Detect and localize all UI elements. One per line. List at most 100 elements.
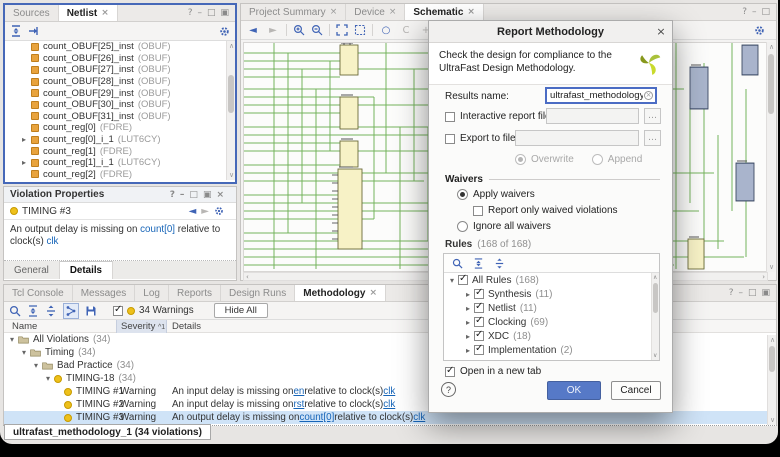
expand-caret-icon[interactable]: ▸ xyxy=(466,346,470,355)
browse-button[interactable]: … xyxy=(644,130,661,146)
net-link[interactable]: count[0] xyxy=(140,224,175,235)
netlist-item[interactable]: count_OBUF[31]_inst(OBUF) xyxy=(5,111,235,123)
zoom-fit-icon[interactable] xyxy=(336,24,348,36)
expand-caret-icon[interactable]: ▸ xyxy=(22,135,31,144)
tab-general[interactable]: General xyxy=(4,261,60,279)
zoom-out-icon[interactable] xyxy=(311,24,323,36)
tab-netlist[interactable]: Netlist × xyxy=(59,5,118,21)
net-link[interactable]: en xyxy=(293,386,304,397)
scroll-down-icon[interactable]: ∨ xyxy=(229,171,234,179)
column-name[interactable]: Name xyxy=(12,321,37,332)
netlist-item[interactable]: ▸count_reg[0]_i_1(LUT6CY) xyxy=(5,134,235,146)
netlist-item[interactable]: ▸count_reg[1]_i_1(LUT6CY) xyxy=(5,157,235,169)
export-file-field[interactable] xyxy=(515,130,639,146)
netlist-item[interactable]: count_OBUF[29]_inst(OBUF) xyxy=(5,87,235,99)
warnings-checkbox[interactable] xyxy=(113,306,123,316)
apply-waivers-radio[interactable] xyxy=(457,189,468,200)
scroll-thumb[interactable] xyxy=(228,75,234,113)
scroll-thumb[interactable] xyxy=(653,283,658,313)
search-icon[interactable] xyxy=(9,305,21,317)
clear-icon[interactable]: × xyxy=(644,91,653,100)
expand-caret-icon[interactable]: ▸ xyxy=(466,318,470,327)
expand-all-icon[interactable] xyxy=(27,305,39,317)
maximize-icon[interactable]: □ xyxy=(189,190,198,200)
scroll-left-icon[interactable]: ‹ xyxy=(246,273,249,281)
float-icon[interactable]: ▣ xyxy=(761,288,770,298)
help-icon[interactable]: ? xyxy=(170,190,175,200)
maximize-icon[interactable]: □ xyxy=(761,7,770,17)
close-icon[interactable]: × xyxy=(101,8,109,18)
schematic-vscrollbar[interactable]: ∧ ∨ xyxy=(766,42,775,272)
tab-details[interactable]: Details xyxy=(60,261,113,279)
column-details[interactable]: Details xyxy=(172,321,201,332)
expand-caret-icon[interactable]: ▾ xyxy=(22,348,26,357)
expand-caret-icon[interactable]: ▾ xyxy=(10,335,14,344)
tab-design-runs[interactable]: Design Runs xyxy=(221,285,295,301)
rule-row[interactable]: ▸Netlist(11) xyxy=(444,301,659,315)
export-checkbox[interactable] xyxy=(445,134,455,144)
close-icon[interactable]: × xyxy=(650,25,672,38)
hide-all-button[interactable]: Hide All xyxy=(214,303,268,318)
scroll-right-icon[interactable]: › xyxy=(762,273,765,281)
rule-checkbox[interactable] xyxy=(474,289,484,299)
append-radio[interactable] xyxy=(592,154,603,165)
rule-checkbox[interactable] xyxy=(458,275,468,285)
scroll-up-icon[interactable]: ∧ xyxy=(769,43,774,51)
ignore-waivers-radio[interactable] xyxy=(457,221,468,232)
close-icon[interactable]: × xyxy=(330,7,338,17)
rule-row[interactable]: ▸Clocking(69) xyxy=(444,315,659,329)
clock-link[interactable]: clk xyxy=(413,412,425,423)
save-icon[interactable] xyxy=(85,305,97,317)
zoom-selection-icon[interactable] xyxy=(354,24,366,36)
search-icon[interactable] xyxy=(452,258,463,269)
netlist-item[interactable]: count_OBUF[27]_inst(OBUF) xyxy=(5,64,235,76)
minimize-icon[interactable]: – xyxy=(180,190,185,200)
tab-schematic[interactable]: Schematic× xyxy=(405,4,484,20)
close-icon[interactable]: × xyxy=(369,288,377,298)
expand-caret-icon[interactable]: ▸ xyxy=(466,304,470,313)
rule-checkbox[interactable] xyxy=(474,331,484,341)
close-icon[interactable]: × xyxy=(216,190,224,200)
scroll-thumb[interactable] xyxy=(769,346,775,372)
netlist-item[interactable]: count_OBUF[28]_inst(OBUF) xyxy=(5,76,235,88)
refresh-icon[interactable]: ○ xyxy=(379,25,393,36)
netlist-scrollbar[interactable]: ∧ ∨ xyxy=(226,41,235,180)
settings-gear-icon[interactable] xyxy=(214,206,224,216)
expand-caret-icon[interactable]: ▸ xyxy=(466,290,470,299)
tab-sources[interactable]: Sources xyxy=(5,5,59,21)
column-severity[interactable]: Severity ^1 xyxy=(116,320,167,333)
scroll-down-icon[interactable]: ∨ xyxy=(653,352,657,359)
open-new-tab-checkbox[interactable] xyxy=(445,367,455,377)
back-icon[interactable]: ◄ xyxy=(189,206,197,217)
expand-cone-icon[interactable] xyxy=(28,25,40,37)
expand-all-icon[interactable] xyxy=(473,258,484,269)
clock-link[interactable]: clk xyxy=(46,236,58,247)
clock-link[interactable]: clk xyxy=(419,425,431,426)
tab-reports[interactable]: Reports xyxy=(169,285,221,301)
net-link[interactable]: count[10] xyxy=(299,425,339,426)
tab-messages[interactable]: Messages xyxy=(73,285,136,301)
forward-icon[interactable]: ► xyxy=(266,25,280,36)
back-icon[interactable]: ◄ xyxy=(246,25,260,36)
rule-checkbox[interactable] xyxy=(474,345,484,355)
tab-log[interactable]: Log xyxy=(135,285,169,301)
rule-row[interactable]: ▸Implementation(2) xyxy=(444,343,659,357)
tab-project-summary[interactable]: Project Summary× xyxy=(241,4,346,20)
scroll-down-icon[interactable]: ∨ xyxy=(770,416,775,424)
autofit-icon[interactable]: C xyxy=(399,25,413,36)
tab-device[interactable]: Device× xyxy=(346,4,405,20)
rule-row[interactable]: ▸Synthesis(11) xyxy=(444,287,659,301)
scroll-up-icon[interactable]: ∧ xyxy=(229,42,234,50)
zoom-in-icon[interactable] xyxy=(293,24,305,36)
scroll-down-icon[interactable]: ∨ xyxy=(769,263,774,271)
tab-tcl-console[interactable]: Tcl Console xyxy=(4,285,73,301)
methodology-scrollbar[interactable]: ∧ ∨ xyxy=(767,335,776,425)
expand-caret-icon[interactable]: ▾ xyxy=(34,361,38,370)
interactive-report-checkbox[interactable] xyxy=(445,112,455,122)
minimize-icon[interactable]: – xyxy=(752,7,757,17)
maximize-icon[interactable]: □ xyxy=(748,288,757,298)
help-button[interactable]: ? xyxy=(441,382,456,397)
maximize-icon[interactable]: □ xyxy=(207,8,216,18)
clock-link[interactable]: clk xyxy=(383,399,395,410)
rules-scrollbar[interactable]: ∧ ∨ xyxy=(651,273,659,360)
